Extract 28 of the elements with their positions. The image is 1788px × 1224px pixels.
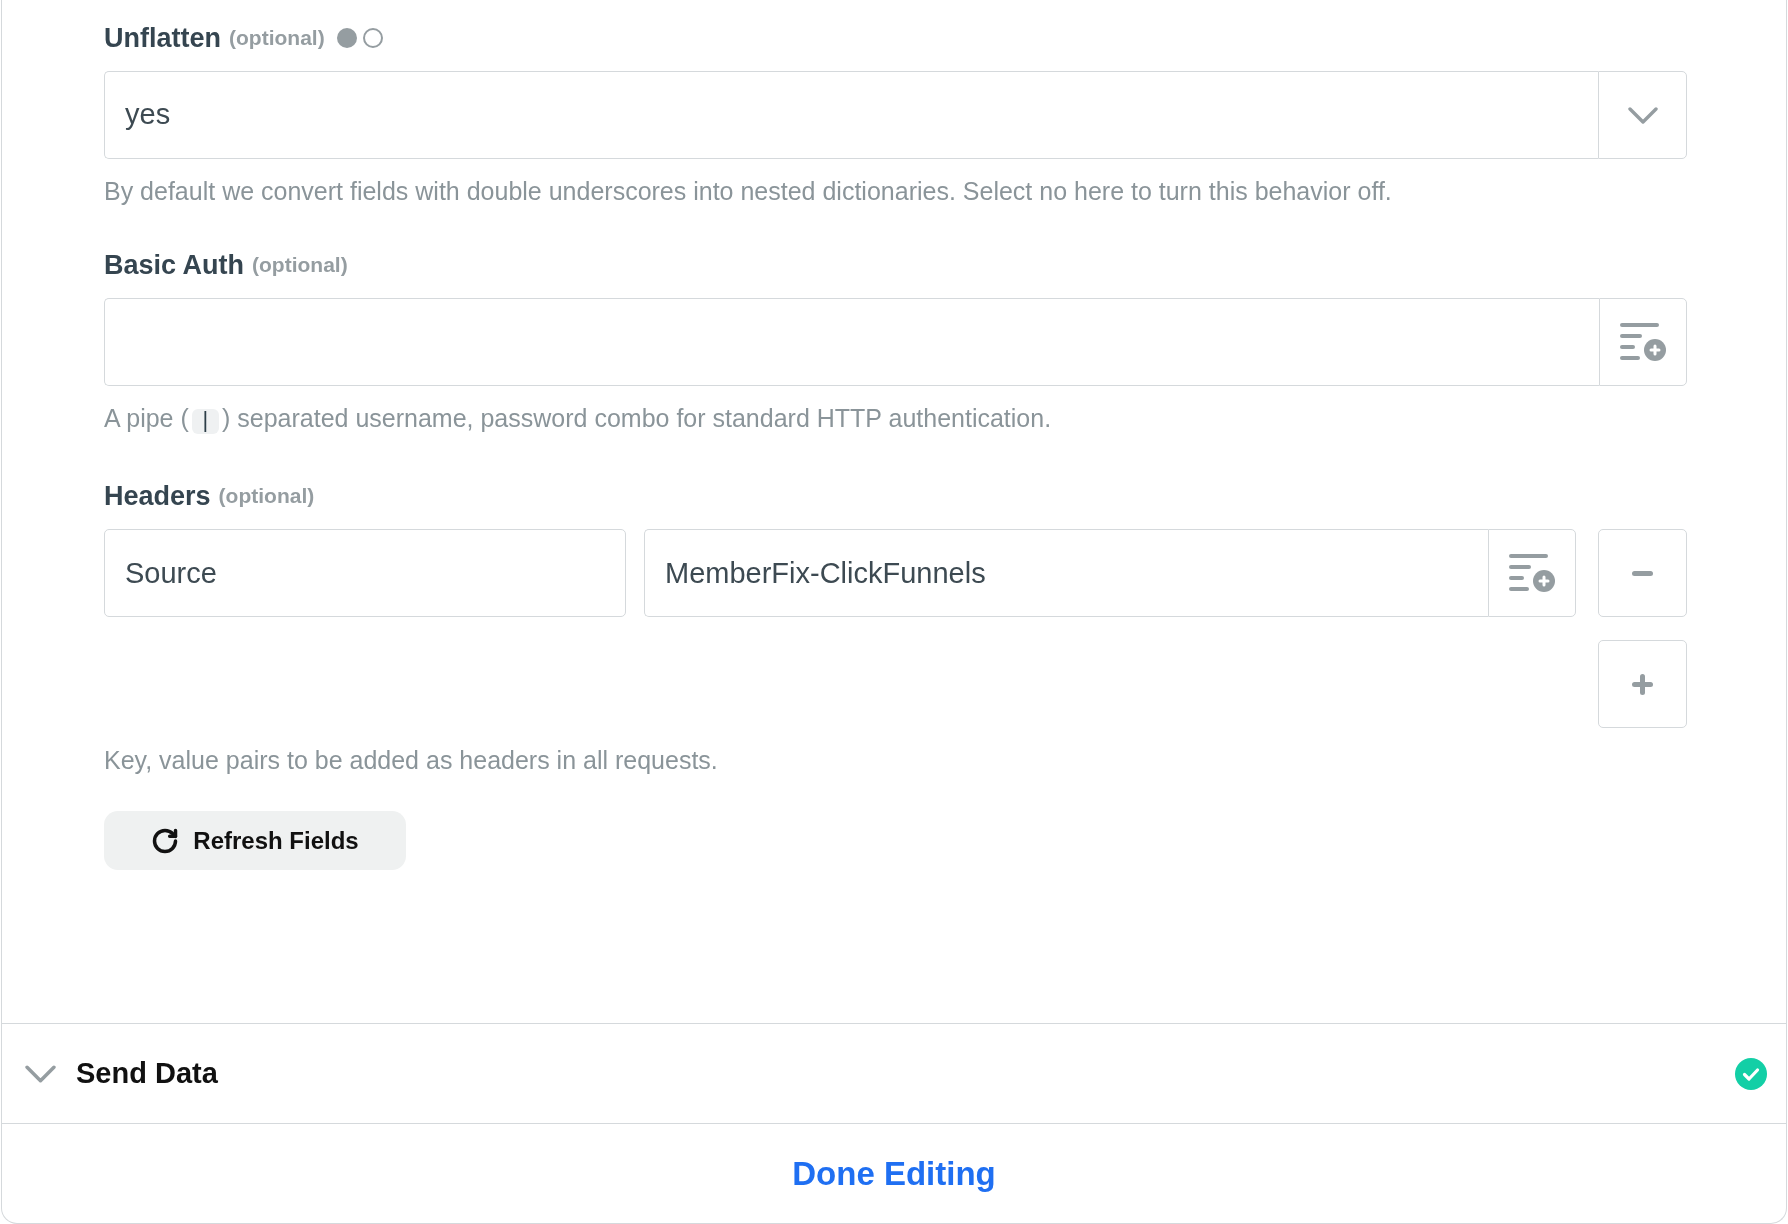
remove-row-button[interactable] xyxy=(1598,529,1687,617)
help-text: A pipe ( | ) separated username, password combo for standard HTTP authentication. xyxy=(104,403,1053,436)
field-label: Headers xyxy=(104,479,211,513)
input-field[interactable] xyxy=(104,298,1599,386)
add-row-button[interactable] xyxy=(1598,640,1687,728)
help-text: By default we convert fields with double underscores into nested dictionaries. Select no here to turn this behavior off. xyxy=(104,176,1393,206)
select-field[interactable]: yes xyxy=(104,71,1598,159)
plus-icon xyxy=(1632,673,1653,695)
insert-field-icon xyxy=(1620,323,1666,361)
refresh-fields-button[interactable]: Refresh Fields xyxy=(104,811,406,870)
insert-field-icon xyxy=(1509,554,1555,592)
key-input-field[interactable]: Source xyxy=(104,529,626,617)
minus-icon xyxy=(1632,570,1653,576)
optional-hint: (optional) xyxy=(218,483,315,510)
help-text: Key, value pairs to be added as headers in all requests. xyxy=(104,745,719,775)
chevron-down-icon[interactable] xyxy=(25,1064,56,1083)
dropdown-button[interactable] xyxy=(1598,71,1687,159)
done-editing-button[interactable]: Done Editing xyxy=(792,1148,996,1199)
insert-field-button[interactable] xyxy=(1488,529,1576,617)
optional-hint: (optional) xyxy=(229,25,325,52)
section-title: Send Data xyxy=(76,1055,218,1091)
chevron-down-icon xyxy=(1627,106,1658,124)
refresh-icon xyxy=(151,826,180,855)
insert-field-button[interactable] xyxy=(1599,298,1687,386)
field-label: Basic Auth xyxy=(104,248,245,282)
value-input-field[interactable]: MemberFix-ClickFunnels xyxy=(644,529,1488,617)
optional-hint: (optional) xyxy=(252,252,348,279)
field-label: Unflatten xyxy=(104,21,221,55)
